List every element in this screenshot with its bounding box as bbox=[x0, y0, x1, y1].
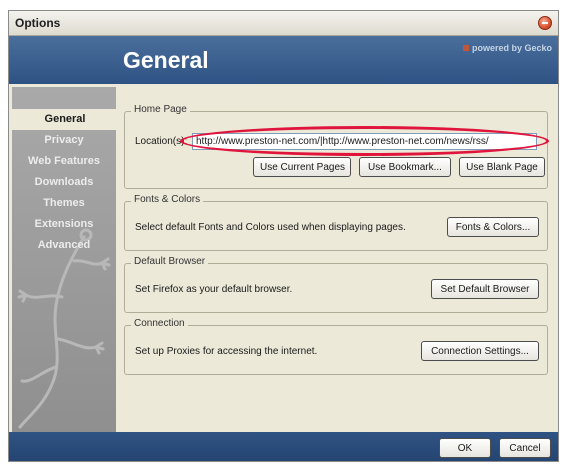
sidebar-item-themes[interactable]: Themes bbox=[12, 193, 116, 214]
general-panel: Home Page Location(s): http://www.presto… bbox=[116, 87, 556, 432]
home-page-group: Home Page Location(s): http://www.presto… bbox=[124, 104, 549, 189]
dialog-footer: OK Cancel bbox=[9, 432, 558, 461]
home-location-input[interactable]: http://www.preston-net.com/|http://www.p… bbox=[192, 133, 537, 150]
lizard-watermark-icon bbox=[17, 228, 111, 429]
connection-legend: Connection bbox=[131, 318, 188, 329]
use-bookmark-button[interactable]: Use Bookmark... bbox=[359, 157, 451, 177]
sidebar-item-web-features[interactable]: Web Features bbox=[12, 151, 116, 172]
sidebar-item-advanced[interactable]: Advanced bbox=[12, 235, 116, 256]
cancel-button[interactable]: Cancel bbox=[499, 438, 551, 458]
sidebar-item-downloads[interactable]: Downloads bbox=[12, 172, 116, 193]
gecko-logo-icon bbox=[462, 45, 469, 51]
location-label: Location(s): bbox=[135, 136, 188, 147]
fonts-colors-legend: Fonts & Colors bbox=[131, 194, 204, 205]
connection-description: Set up Proxies for accessing the interne… bbox=[135, 346, 318, 357]
set-default-browser-button[interactable]: Set Default Browser bbox=[431, 279, 539, 299]
window-title: Options bbox=[15, 16, 61, 30]
fonts-colors-group: Fonts & Colors Select default Fonts and … bbox=[124, 194, 548, 251]
sidebar-item-extensions[interactable]: Extensions bbox=[12, 214, 116, 235]
powered-by-label: powered by Gecko bbox=[471, 43, 552, 53]
close-icon[interactable] bbox=[538, 16, 552, 30]
panel-header: General powered by Gecko bbox=[9, 36, 558, 84]
connection-group: Connection Set up Proxies for accessing … bbox=[124, 318, 548, 375]
fonts-colors-button[interactable]: Fonts & Colors... bbox=[447, 217, 539, 237]
use-blank-page-button[interactable]: Use Blank Page bbox=[459, 157, 545, 177]
title-bar[interactable]: Options bbox=[9, 11, 558, 36]
sidebar-item-general[interactable]: General bbox=[12, 109, 116, 130]
sidebar-item-privacy[interactable]: Privacy bbox=[12, 130, 116, 151]
default-browser-group: Default Browser Set Firefox as your defa… bbox=[124, 256, 548, 313]
category-sidebar: General Privacy Web Features Downloads T… bbox=[12, 87, 116, 432]
panel-title: General bbox=[123, 47, 209, 73]
home-page-legend: Home Page bbox=[131, 104, 190, 115]
default-browser-description: Set Firefox as your default browser. bbox=[135, 284, 293, 295]
ok-button[interactable]: OK bbox=[439, 438, 491, 458]
use-current-pages-button[interactable]: Use Current Pages bbox=[253, 157, 351, 177]
connection-settings-button[interactable]: Connection Settings... bbox=[421, 341, 539, 361]
fonts-colors-description: Select default Fonts and Colors used whe… bbox=[135, 222, 406, 233]
default-browser-legend: Default Browser bbox=[131, 256, 209, 267]
options-window: Options General powered by Gecko General… bbox=[8, 10, 559, 462]
powered-by-text: powered by Gecko bbox=[462, 43, 552, 53]
